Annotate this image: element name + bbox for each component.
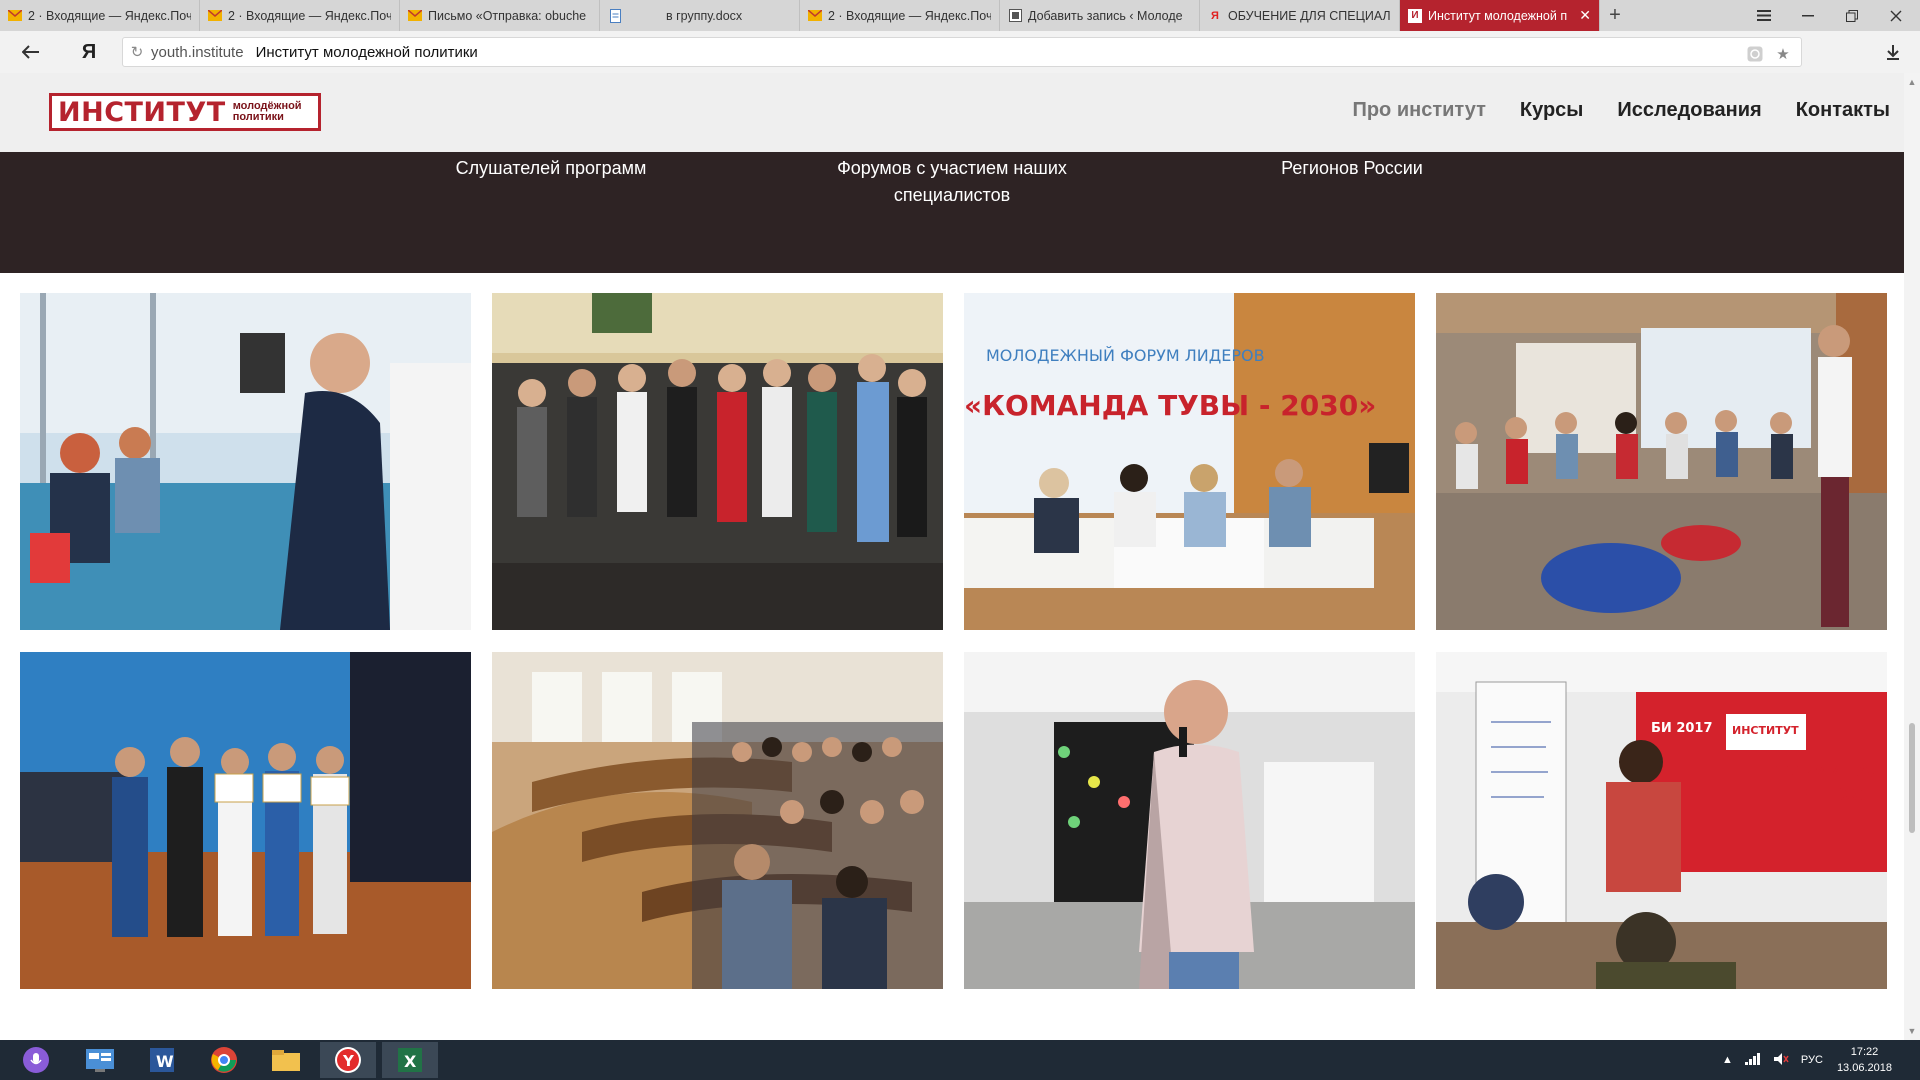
stat-label: Слушателей программ [455,158,647,178]
tab-mail-2[interactable]: 2 · Входящие — Яндекс.Почта [200,0,400,31]
volume-muted-icon[interactable] [1773,1052,1789,1069]
document-icon [608,8,622,23]
tab-label: ОБУЧЕНИЕ ДЛЯ СПЕЦИАЛИ [1228,8,1391,23]
word-icon[interactable]: W [134,1042,190,1078]
close-tab-icon[interactable]: ✕ [1573,7,1591,24]
tab-docx[interactable]: в группу.docx [600,0,800,31]
site-header: ИНСТИТУТ молодёжной политики Про институ… [0,73,1904,152]
clock-date: 13.06.2018 [1836,1062,1892,1074]
gallery-photo-group[interactable] [492,293,943,630]
stat-label-line2: специалистов [893,185,1011,205]
svg-text:W: W [156,1052,174,1071]
explorer-icon[interactable] [258,1042,314,1078]
show-hidden-icons-icon[interactable]: ▲ [1722,1054,1733,1066]
tab-label: Добавить запись ‹ Молоде [1028,8,1183,23]
download-icon[interactable] [1882,41,1904,63]
tab-mail-3[interactable]: 2 · Входящие — Яндекс.Почта [800,0,1000,31]
banner-brand: ИНСТИТУТ [1732,724,1799,737]
nav-research[interactable]: Исследования [1617,99,1761,122]
tab-label: 2 · Входящие — Яндекс.Почта [28,8,191,23]
stat-label: Регионов России [1281,158,1423,178]
mail-icon [408,9,422,23]
excel-icon[interactable]: X [382,1042,438,1078]
site-logo[interactable]: ИНСТИТУТ молодёжной политики [49,93,321,131]
nav-contacts[interactable]: Контакты [1796,99,1890,122]
tab-training[interactable]: Я ОБУЧЕНИЕ ДЛЯ СПЕЦИАЛИ [1200,0,1400,31]
gallery-photo-awards[interactable] [20,652,471,989]
gallery-photo-circle-discussion[interactable] [1436,293,1887,630]
windows-taskbar: W Y X ▲ РУС 17:22 13.06.2018 [0,1040,1920,1080]
main-navigation: Про институт Курсы Исследования Контакты [1352,99,1890,122]
minimize-button[interactable] [1786,0,1830,31]
control-panel-icon[interactable] [72,1042,128,1078]
stat-regions: Регионов России [1212,155,1492,182]
svg-text:X: X [404,1052,417,1071]
gallery-photo-presenter[interactable] [20,293,471,630]
stat-forums: Форумов с участием наших специалистов [812,155,1092,209]
back-arrow-icon[interactable] [18,40,44,64]
site-favicon-icon: И [1408,8,1422,23]
menu-icon[interactable] [1742,0,1786,31]
taskbar-clock[interactable]: 17:22 13.06.2018 [1837,1044,1892,1076]
gallery-photo-lecture-hall[interactable] [492,652,943,989]
bookmark-star-icon[interactable]: ★ [1773,44,1793,64]
mail-icon [808,9,822,23]
stats-section: Слушателей программ Форумов с участием н… [0,152,1904,273]
protect-icon[interactable] [1745,44,1765,64]
tab-institute[interactable]: И Институт молодежной п ✕ [1400,0,1600,31]
yandex-browser-icon[interactable]: Y [320,1042,376,1078]
nav-courses[interactable]: Курсы [1520,99,1584,122]
scroll-up-arrow-icon[interactable]: ▲ [1904,75,1920,89]
restore-button[interactable] [1830,0,1874,31]
new-tab-button[interactable]: + [1600,0,1630,31]
gallery-photo-flipchart[interactable]: БИ 2017 ИНСТИТУТ ТЕРМИНАЛЬ ЦЕННОСТИ [1436,652,1887,989]
stat-listeners: Слушателей программ [411,155,691,182]
scroll-down-arrow-icon[interactable]: ▼ [1904,1024,1920,1038]
chrome-icon[interactable] [196,1042,252,1078]
clock-time: 17:22 [1850,1046,1879,1058]
tab-label: 2 · Входящие — Яндекс.Почта [228,8,391,23]
url-domain: youth.institute [151,43,244,61]
scrollbar-thumb[interactable] [1909,723,1915,833]
logo-sub-line2: политики [232,111,284,123]
gallery-photo-forum-stage[interactable]: МОЛОДЕЖНЫЙ ФОРУМ ЛИДЕРОВ «КОМАНДА ТУВЫ -… [964,293,1415,630]
page-scrollbar[interactable]: ▲ ▼ [1904,73,1920,1040]
reload-icon[interactable]: ↻ [123,43,151,61]
language-indicator[interactable]: РУС [1801,1054,1823,1066]
stat-label-line1: Форумов с участием наших [837,158,1067,178]
nav-about[interactable]: Про институт [1352,99,1485,122]
wordpress-icon [1008,9,1022,23]
microphone-icon[interactable] [8,1042,64,1078]
mail-icon [8,9,22,23]
yandex-icon: Я [1211,9,1219,22]
gallery-photo-speaker[interactable] [964,652,1415,989]
banner-line1: МОЛОДЕЖНЫЙ ФОРУМ ЛИДЕРОВ [986,346,1265,365]
tab-label: Письмо «Отправка: obuche [428,8,587,23]
tab-label: Институт молодежной п [1428,8,1568,23]
banner-year: БИ 2017 [1651,721,1713,736]
tab-label: 2 · Входящие — Яндекс.Почта [828,8,991,23]
logo-subtitle: молодёжной политики [233,101,302,123]
address-bar: Я ↻ youth.institute Институт молодежной … [0,31,1920,74]
tab-label: в группу.docx [666,8,743,23]
network-icon[interactable] [1744,1052,1761,1068]
system-tray: ▲ РУС [1722,1040,1823,1080]
close-window-button[interactable] [1874,0,1918,31]
yandex-logo-icon[interactable]: Я [78,39,100,65]
tab-letter[interactable]: Письмо «Отправка: obuche [400,0,600,31]
browser-tab-strip: 2 · Входящие — Яндекс.Почта 2 · Входящие… [0,0,1920,32]
url-page-title: Институт молодежной политики [255,43,478,61]
tab-wordpress[interactable]: Добавить запись ‹ Молоде [1000,0,1200,31]
svg-text:Y: Y [342,1052,355,1070]
tab-mail-1[interactable]: 2 · Входящие — Яндекс.Почта [0,0,200,31]
url-field[interactable]: ↻ youth.institute Институт молодежной по… [122,37,1802,67]
mail-icon [208,9,222,23]
banner-line2: «КОМАНДА ТУВЫ - 2030» [964,389,1376,422]
logo-main-text: ИНСТИТУТ [58,96,226,128]
